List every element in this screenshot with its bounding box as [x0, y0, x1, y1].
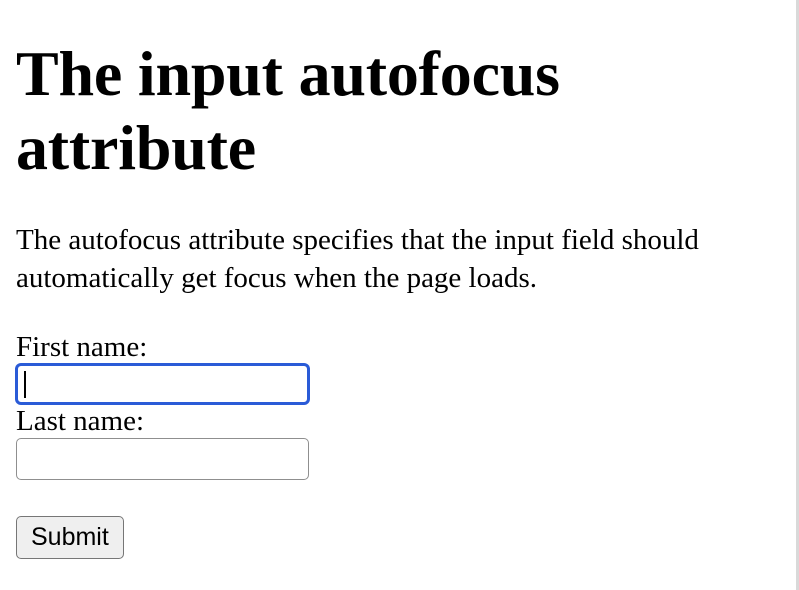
- text-caret: [24, 371, 26, 398]
- submit-row: Submit: [16, 516, 786, 559]
- last-name-label: Last name:: [16, 405, 145, 437]
- name-form: First name: Last name: Submit: [16, 330, 786, 559]
- page-content: The input autofocus attribute The autofo…: [16, 0, 786, 559]
- first-name-label: First name:: [16, 331, 148, 363]
- last-name-input[interactable]: [16, 438, 309, 480]
- intro-paragraph: The autofocus attribute specifies that t…: [16, 224, 699, 294]
- first-name-input[interactable]: [16, 364, 309, 404]
- first-name-wrapper: [16, 364, 309, 404]
- page-title: The input autofocus attribute: [16, 38, 560, 183]
- submit-button[interactable]: Submit: [16, 516, 124, 559]
